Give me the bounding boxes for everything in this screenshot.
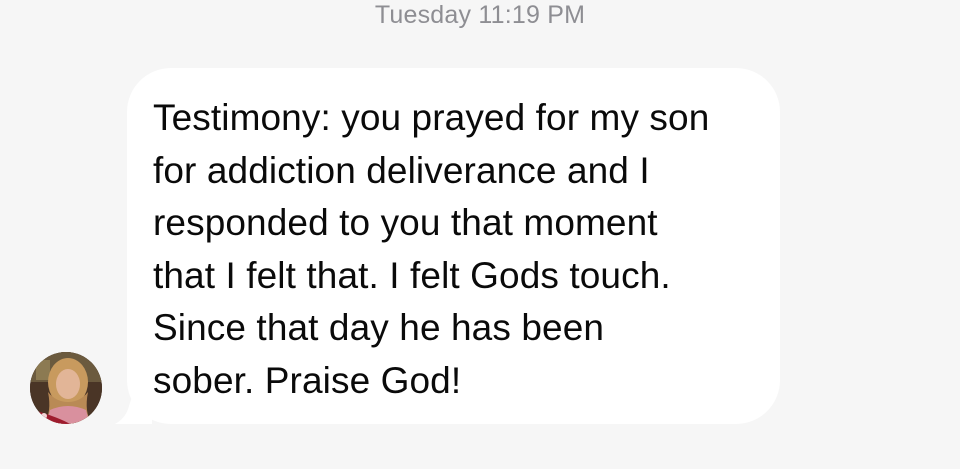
message-text: Testimony: you prayed for my son for add… [153, 97, 710, 401]
timestamp-time: 11:19 PM [478, 1, 586, 29]
message-thread: Tuesday 11:19 PM Testimony: you prayed f… [0, 0, 960, 469]
message-timestamp: Tuesday 11:19 PM [0, 0, 960, 30]
avatar-photo-icon [30, 352, 102, 424]
contact-avatar[interactable] [30, 352, 102, 424]
timestamp-day: Tuesday [374, 1, 472, 29]
